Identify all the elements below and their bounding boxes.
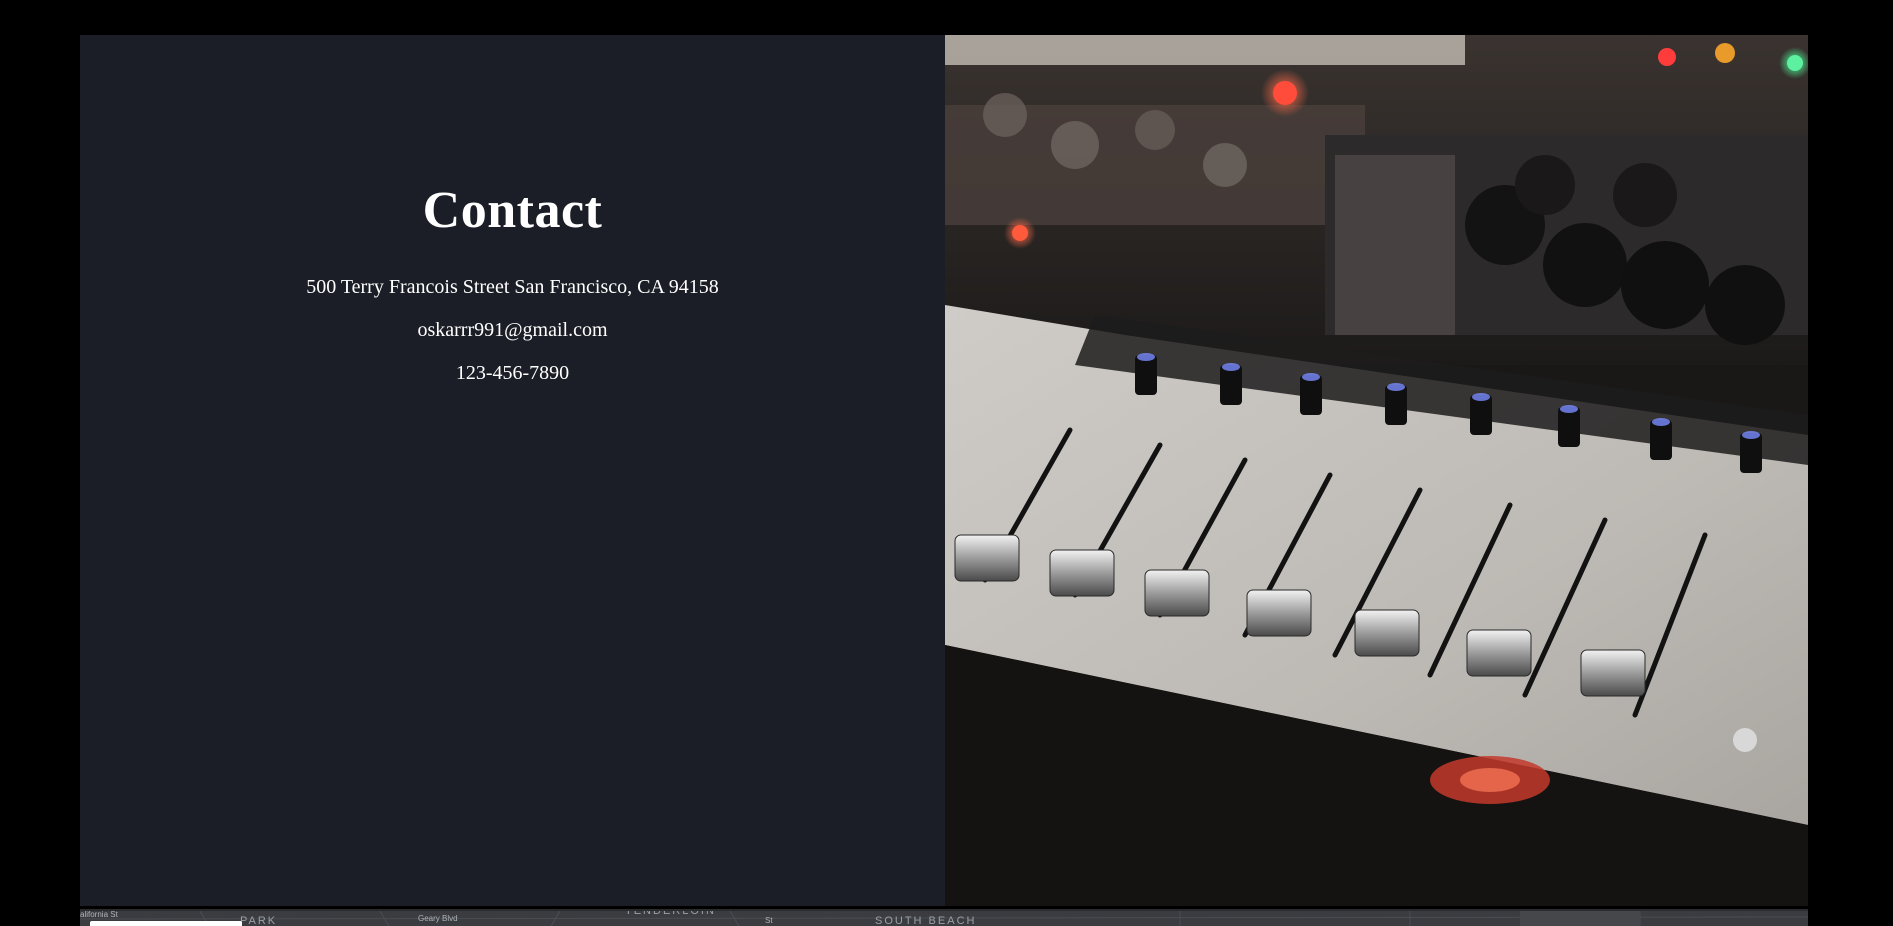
map-embed[interactable]: alifornia St PARK Geary Blvd TENDERLOIN …: [80, 909, 1808, 926]
mixing-console-photo: [945, 35, 1808, 906]
contact-section: Contact 500 Terry Francois Street San Fr…: [80, 35, 945, 906]
contact-phone: 123-456-7890: [455, 362, 570, 384]
map-label-street: St: [765, 916, 773, 925]
page: Contact 500 Terry Francois Street San Fr…: [0, 0, 1893, 926]
map-label-california-st: alifornia St: [80, 910, 118, 919]
map-search-box[interactable]: [90, 921, 242, 926]
map-label-geary-blvd: Geary Blvd: [418, 914, 458, 923]
contact-email: oskarrr991@gmail.com: [417, 319, 608, 341]
map-label-tenderloin: TENDERLOIN: [625, 909, 716, 917]
contact-address: 500 Terry Francois Street San Francisco,…: [306, 276, 719, 298]
map-label-south-beach: SOUTH BEACH: [875, 915, 977, 926]
map-label-park: PARK: [240, 915, 278, 926]
contact-title: Contact: [422, 182, 603, 239]
